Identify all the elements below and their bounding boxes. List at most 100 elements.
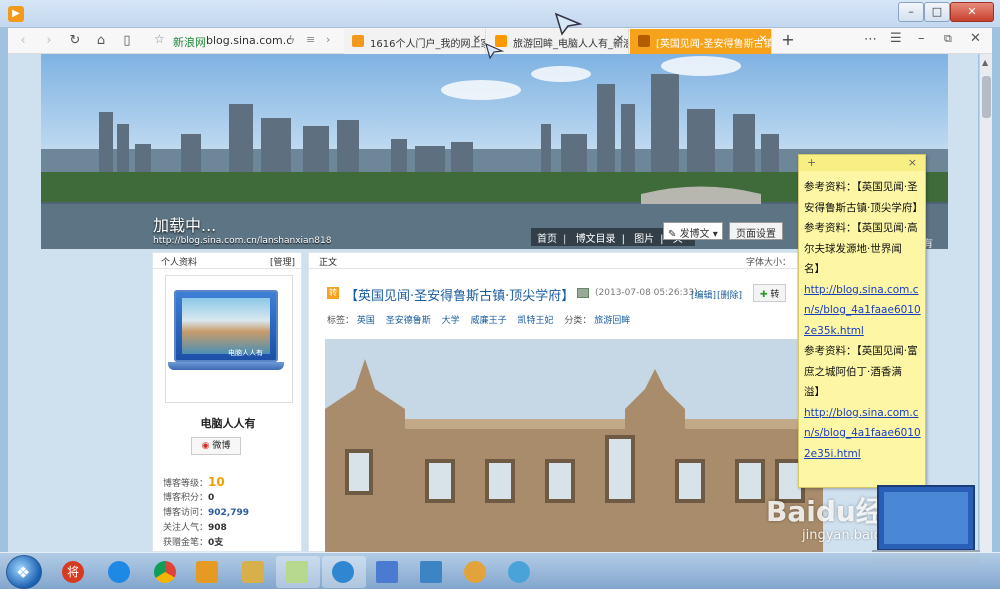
taskbar-app-sticky[interactable] [276,556,320,588]
nav-post-list[interactable]: 博文目录 [576,234,616,245]
menu-icon[interactable]: ☰ [890,31,902,46]
stat-label: 博客等级： [163,479,209,489]
window-minimize-button[interactable]: – [898,2,924,22]
stat-level: 博客等级：10 [163,475,225,489]
more-icon[interactable]: ⋯ [864,32,877,47]
post-blog-button[interactable]: ✎ 发博文 ▾ [663,222,723,240]
home-icon[interactable]: ⌂ [92,32,110,50]
tab-label: 旅游回眸_电脑人人有_新浪博 [513,39,628,50]
stat-value: 0支 [208,538,224,548]
article-photo [325,339,823,552]
stat-score: 博客积分：0 [163,490,214,503]
repost-button[interactable]: ✚ 转 [753,284,787,302]
taskbar-app-flower[interactable] [498,556,538,588]
font-size-label[interactable]: 字体大小： [746,255,791,268]
article-date: (2013-07-08 05:26:33) [595,288,698,298]
article-header: 正文 字体大小： [309,253,797,269]
list-icon[interactable]: ≡ [306,33,315,46]
weibo-button[interactable]: ◉ 微博 [191,437,241,455]
address-bar[interactable]: blog.sina.com.c [206,34,296,47]
blogger-name[interactable]: 电脑人人有 [153,415,303,431]
scroll-up-icon[interactable]: ▲ [982,58,988,67]
browser-restore-icon[interactable]: ⧉ [944,32,952,46]
forward-icon[interactable]: › [40,32,58,50]
page-setting-button[interactable]: 页面设置 [729,222,783,240]
stat-value: 908 [208,523,227,533]
pointer-icon [485,42,504,60]
taskbar-app-remote[interactable] [410,556,450,588]
remote-desktop-icon [420,561,442,583]
sticky-link-2[interactable]: http://blog.sina.com.cn/s/blog_4a1faae60… [804,407,921,460]
tab-close-icon[interactable]: ✕ [616,34,624,45]
stat-label: 博客访问： [163,508,209,518]
avatar[interactable]: 电脑人人有 [165,275,293,403]
browser-minimize-icon[interactable]: – [918,31,925,46]
refresh-icon[interactable]: ↻ [66,32,84,50]
window-maximize-button[interactable]: □ [924,2,950,22]
start-button[interactable]: ❖ [6,555,42,589]
vertical-scrollbar[interactable]: ▲ [979,54,992,552]
star-icon[interactable]: ☆ [154,32,165,46]
delete-link[interactable]: [删除] [717,288,742,301]
stat-value: 10 [208,475,225,489]
laptop-screen: 电脑人人有 [174,290,278,362]
taskbar-app-ie[interactable] [98,556,138,588]
taskbar-app-explorer[interactable] [232,556,272,588]
sticky-note-text[interactable]: 参考资料：【英国见闻·圣安得鲁斯古镇·顶尖学府】参考资料：【英国见闻·高尔夫球发… [799,171,925,464]
site-name[interactable]: 新浪网 [173,34,206,50]
chevron-right-icon[interactable]: › [326,33,330,46]
browser-close-icon[interactable]: ✕ [970,31,981,46]
taskbar-app-chrome[interactable] [144,556,184,588]
reader-icon[interactable]: ▯ [118,32,136,50]
blog-url[interactable]: http://blog.sina.com.cn/lanshanxian818 [153,236,331,246]
tab-close-icon[interactable]: ✕ [473,34,481,45]
window-close-button[interactable]: ✕ [950,2,994,22]
new-tab-button[interactable]: + [778,30,798,49]
windows-taskbar: ❖ 将 [0,552,1000,589]
tab-active-article[interactable]: [英国见闻-圣安得鲁斯古镇 ✕ [630,29,772,54]
tab-favicon-icon [352,35,364,47]
article-panel: 正文 字体大小： 转 【英国见闻·圣安得鲁斯古镇·顶尖学府】 (2013-07-… [308,252,823,552]
blog-title: 加载中... [153,216,217,235]
tag-link[interactable]: 英国 [357,316,375,326]
tab-label: 1616个人门户_我的网上家园 [370,39,485,50]
add-icon[interactable]: + [807,156,816,169]
back-icon[interactable]: ‹ [14,32,32,50]
taskbar-app-media[interactable] [186,556,226,588]
tag-link[interactable]: 大学 [442,316,460,326]
sticky-para-2: 参考资料：【英国见闻·富庶之城阿伯丁·酒香满溢】 [804,345,918,398]
plus-icon: ✚ [760,290,768,300]
taskbar-app-browser[interactable] [322,556,366,588]
laptop-base [168,362,284,370]
scroll-thumb[interactable] [982,76,991,118]
profile-header: 个人资料 [管理] [153,253,301,269]
profile-manage-link[interactable]: [管理] [270,255,295,268]
tab-close-icon[interactable]: ✕ [759,34,767,45]
tag-link[interactable]: 威廉王子 [471,316,507,326]
taskbar-app-paint[interactable] [454,556,494,588]
close-icon[interactable]: × [908,156,917,169]
tab-1616[interactable]: 1616个人门户_我的网上家园 ✕ [344,29,486,54]
tag-link[interactable]: 圣安德鲁斯 [386,316,431,326]
sticky-link-1[interactable]: http://blog.sina.com.cn/s/blog_4a1faae60… [804,284,921,337]
ie-icon [108,561,130,583]
nav-home[interactable]: 首页 [537,234,557,245]
profile-title: 个人资料 [161,258,198,268]
paint-icon [464,561,486,583]
category-label: 分类： [564,316,592,326]
sticky-note[interactable]: + × 参考资料：【英国见闻·圣安得鲁斯古镇·顶尖学府】参考资料：【英国见闻·高… [798,154,926,488]
edit-link[interactable]: [编辑] [691,288,716,301]
weibo-icon: ◉ [201,441,210,451]
sticky-note-bar: + × [799,155,925,171]
taskbar-app-jiang[interactable]: 将 [52,556,92,588]
nav-pictures[interactable]: 图片 [634,234,654,245]
image-icon [577,288,589,298]
university-building-image [325,339,823,552]
lightning-icon[interactable]: ϟ [288,33,295,46]
taskbar-app-doc[interactable] [366,556,406,588]
tab-favicon-icon [638,35,650,47]
sticky-notes-icon [286,561,308,583]
tag-link[interactable]: 凯特王妃 [517,316,553,326]
stat-gold: 获赠金笔：0支 [163,535,223,548]
category-link[interactable]: 旅游回眸 [594,316,630,326]
